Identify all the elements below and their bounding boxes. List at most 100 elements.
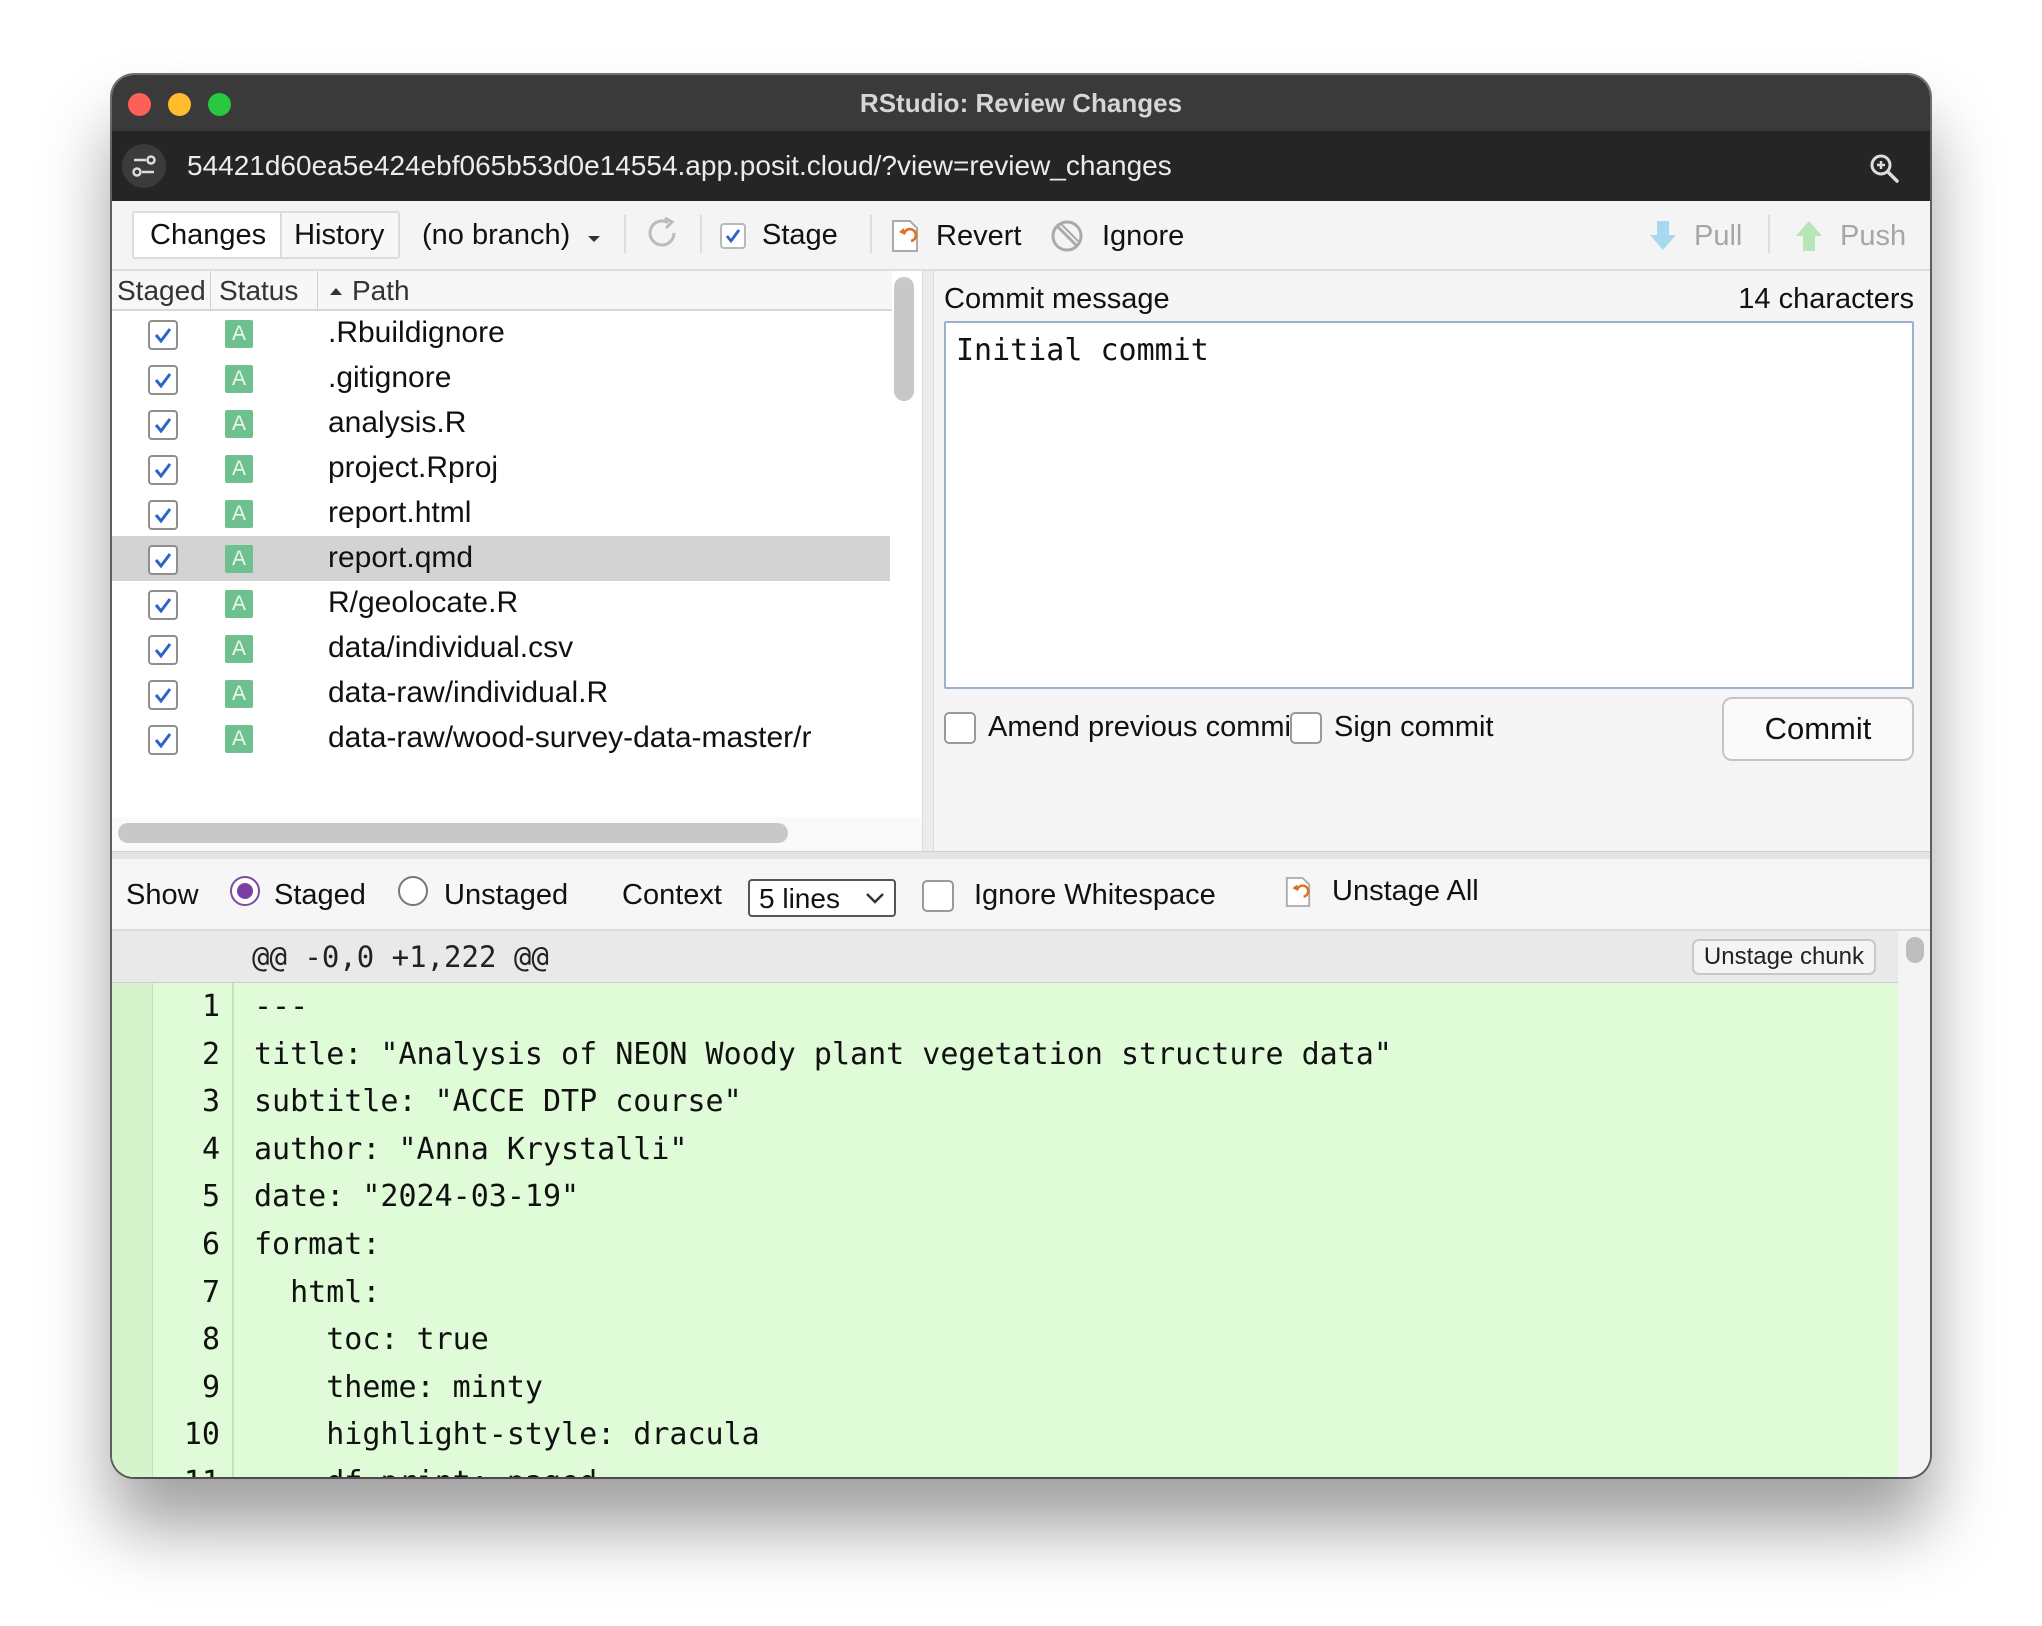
- status-added-icon: A: [225, 635, 253, 663]
- file-row[interactable]: Aanalysis.R: [112, 401, 890, 446]
- diff-line[interactable]: 6 format:: [112, 1221, 1898, 1269]
- file-row[interactable]: Adata-raw/wood-survey-data-master/r: [112, 716, 890, 756]
- file-list-horizontal-scrollbar[interactable]: [118, 823, 788, 843]
- diff-line[interactable]: 4 author: "Anna Krystalli": [112, 1126, 1898, 1174]
- horizontal-splitter[interactable]: [112, 851, 1930, 859]
- show-staged-radio[interactable]: Staged: [230, 875, 366, 912]
- staged-checkbox[interactable]: [148, 545, 178, 575]
- unstage-all-button[interactable]: Unstage All: [1284, 875, 1479, 908]
- staged-checkbox[interactable]: [148, 635, 178, 665]
- file-row[interactable]: Adata/individual.csv: [112, 626, 890, 671]
- diff-scroll-track: [1898, 931, 1930, 1477]
- toolbar-divider: [624, 215, 626, 253]
- stage-button[interactable]: Stage: [720, 219, 838, 252]
- diff-line[interactable]: 5 date: "2024-03-19": [112, 1173, 1898, 1221]
- path-column-header[interactable]: Path: [328, 275, 410, 307]
- check-icon: [154, 598, 172, 614]
- file-rows: A .Rbuildignore A .gitignore Aanalysis.R Apro…: [112, 311, 890, 756]
- line-number: 9: [201, 1369, 220, 1405]
- unstage-all-icon: [1285, 876, 1311, 907]
- diff-line[interactable]: 10 highlight-style: dracula: [112, 1411, 1898, 1459]
- staged-radio-label: Staged: [274, 879, 366, 911]
- revert-label: Revert: [936, 219, 1022, 252]
- line-code: author: "Anna Krystalli": [254, 1131, 688, 1167]
- view-tabs: Changes History: [132, 211, 401, 259]
- refresh-button[interactable]: [642, 213, 682, 253]
- diff-line[interactable]: 1 ---: [112, 983, 1898, 1031]
- file-path: data-raw/wood-survey-data-master/r: [328, 721, 812, 754]
- chevron-down-icon: [588, 235, 601, 242]
- push-button[interactable]: Push: [1794, 219, 1906, 253]
- unstage-all-label: Unstage All: [1332, 875, 1479, 907]
- file-row[interactable]: Adata-raw/individual.R: [112, 671, 890, 716]
- file-path: R/geolocate.R: [328, 586, 519, 619]
- diff-line[interactable]: 2 title: "Analysis of NEON Woody plant ve…: [112, 1031, 1898, 1079]
- zoom-search-icon[interactable]: [1868, 152, 1900, 189]
- staged-checkbox[interactable]: [148, 320, 178, 350]
- pane-splitter[interactable]: [922, 271, 934, 851]
- tab-changes[interactable]: Changes: [134, 213, 281, 257]
- line-code: title: "Analysis of NEON Woody plant veg…: [254, 1036, 1392, 1072]
- staged-checkbox[interactable]: [148, 410, 178, 440]
- file-path: .Rbuildignore: [328, 316, 505, 349]
- branch-dropdown[interactable]: (no branch): [422, 219, 602, 252]
- status-added-icon: A: [225, 500, 253, 528]
- file-row[interactable]: Areport.html: [112, 491, 890, 536]
- commit-message-input[interactable]: Initial commit: [944, 321, 1914, 689]
- diff-line[interactable]: 3 subtitle: "ACCE DTP course": [112, 1078, 1898, 1126]
- column-divider: [317, 271, 318, 311]
- chevron-down-icon: [866, 893, 884, 904]
- site-settings-icon[interactable]: [122, 144, 166, 188]
- toolbar-divider: [1768, 215, 1770, 253]
- file-row[interactable]: Areport.qmd: [112, 536, 890, 581]
- staged-checkbox[interactable]: [148, 590, 178, 620]
- file-row[interactable]: A .Rbuildignore: [112, 311, 890, 356]
- url-text[interactable]: 54421d60ea5e424ebf065b53d0e14554.app.pos…: [187, 150, 1172, 182]
- pull-button[interactable]: Pull: [1648, 219, 1742, 253]
- diff-line[interactable]: 11 df-print: paged: [112, 1459, 1898, 1477]
- ignore-whitespace-checkbox[interactable]: Ignore Whitespace: [922, 879, 1216, 912]
- line-number: 1: [201, 989, 220, 1024]
- status-column-header[interactable]: Status: [219, 275, 298, 307]
- amend-commit-checkbox[interactable]: Amend previous commit: [944, 711, 1299, 744]
- status-added-icon: A: [225, 410, 253, 438]
- file-row[interactable]: Aproject.Rproj: [112, 446, 890, 491]
- staged-checkbox[interactable]: [148, 455, 178, 485]
- check-icon: [154, 688, 172, 704]
- sign-label: Sign commit: [1334, 711, 1494, 743]
- staged-checkbox[interactable]: [148, 725, 178, 755]
- show-unstaged-radio[interactable]: Unstaged: [398, 875, 568, 912]
- diff-line[interactable]: 9 theme: minty: [112, 1364, 1898, 1412]
- diff-line[interactable]: 7 html:: [112, 1269, 1898, 1317]
- status-added-icon: A: [225, 590, 253, 618]
- unstage-chunk-button[interactable]: Unstage chunk: [1691, 939, 1876, 975]
- ignore-icon: [1051, 220, 1083, 252]
- commit-button[interactable]: Commit: [1722, 697, 1914, 761]
- file-path: report.html: [328, 496, 472, 529]
- diff-line[interactable]: 8 toc: true: [112, 1316, 1898, 1364]
- line-number: 6: [201, 1227, 220, 1262]
- review-changes-window: RStudio: Review Changes 54421d60ea5e424e…: [112, 75, 1930, 1477]
- staged-checkbox[interactable]: [148, 680, 178, 710]
- line-number: 3: [201, 1084, 220, 1120]
- check-icon: [154, 463, 172, 479]
- tab-history[interactable]: History: [280, 213, 398, 257]
- toolbar-divider: [870, 215, 872, 253]
- review-toolbar: Changes History (no branch) Stage Revert…: [112, 201, 1930, 271]
- revert-button[interactable]: Revert: [890, 219, 1021, 253]
- sign-commit-checkbox[interactable]: Sign commit: [1290, 711, 1494, 744]
- file-list-vertical-scrollbar[interactable]: [894, 277, 914, 401]
- context-lines-select[interactable]: 5 lines: [748, 879, 896, 917]
- line-number: 4: [201, 1131, 220, 1167]
- staged-checkbox[interactable]: [148, 500, 178, 530]
- file-path: project.Rproj: [328, 451, 499, 484]
- file-path: report.qmd: [328, 541, 474, 574]
- sign-checkbox-box: [1290, 711, 1322, 744]
- diff-vertical-scrollbar[interactable]: [1906, 937, 1924, 963]
- staged-column-header[interactable]: Staged: [117, 275, 206, 307]
- file-row[interactable]: A R/geolocate.R: [112, 581, 890, 626]
- ignore-button[interactable]: Ignore: [1050, 219, 1184, 253]
- staged-checkbox[interactable]: [148, 365, 178, 395]
- file-row[interactable]: A .gitignore: [112, 356, 890, 401]
- check-icon: [154, 643, 172, 659]
